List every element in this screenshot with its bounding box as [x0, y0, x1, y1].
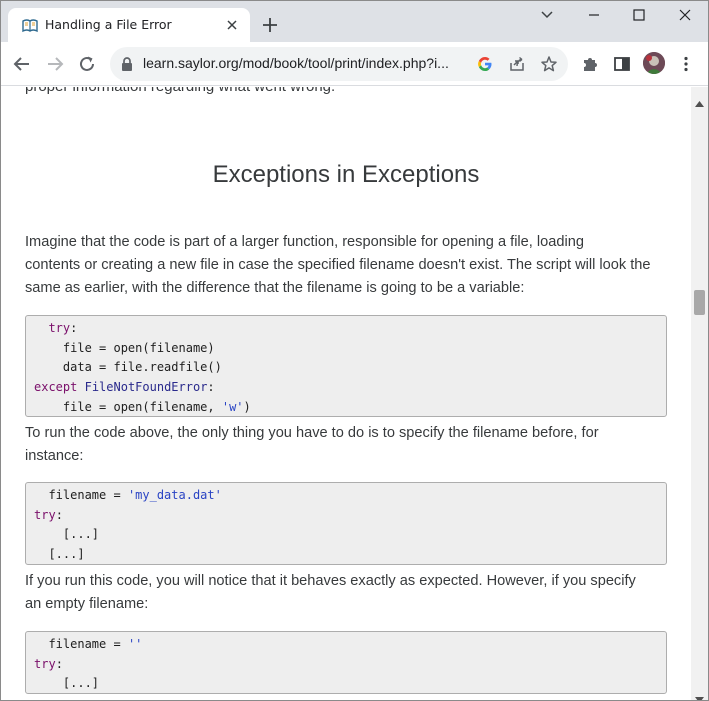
- paragraph-line: an empty filename:: [25, 596, 149, 612]
- code-line: try:: [34, 507, 63, 522]
- kebab-menu-icon[interactable]: [676, 54, 696, 74]
- lock-icon[interactable]: [120, 56, 134, 72]
- star-icon[interactable]: [540, 55, 558, 73]
- code-line: data = file.readfile(): [62, 360, 222, 375]
- minimize-icon[interactable]: [583, 6, 605, 24]
- code-line: try:: [34, 656, 63, 671]
- scrollbar-thumb[interactable]: [694, 290, 705, 315]
- paragraph-line: same as earlier, with the difference tha…: [25, 280, 525, 296]
- close-window-icon[interactable]: [674, 6, 696, 24]
- code-line: file = open(filename): [62, 340, 215, 355]
- paragraph-intro: Imagine that the code is part of a large…: [25, 231, 651, 300]
- chevron-down-icon[interactable]: [536, 6, 558, 24]
- reload-icon[interactable]: [76, 53, 98, 75]
- side-panel-icon[interactable]: [612, 54, 632, 74]
- scroll-up-icon[interactable]: [695, 92, 704, 107]
- url-text[interactable]: learn.saylor.org/mod/book/tool/print/ind…: [143, 55, 449, 71]
- code-line: try:: [48, 321, 78, 335]
- paragraph-line: instance:: [25, 448, 84, 464]
- close-icon[interactable]: [224, 17, 240, 33]
- address-bar[interactable]: learn.saylor.org/mod/book/tool/print/ind…: [110, 47, 568, 81]
- scroll-down-icon[interactable]: [695, 688, 704, 701]
- code-line: file = open(filename, 'w'): [62, 399, 251, 414]
- paragraph-line: If you run this code, you will notice th…: [25, 573, 636, 589]
- code-line: except FileNotFoundError:: [34, 380, 215, 395]
- paragraph-line: To run the code above, the only thing yo…: [25, 425, 599, 441]
- tab-title: Handling a File Error: [45, 17, 172, 32]
- plus-icon[interactable]: [261, 16, 279, 34]
- code-block-empty-filename: filename = '' try: [...]: [25, 631, 667, 694]
- vertical-scrollbar[interactable]: [691, 87, 708, 701]
- page-viewport: proper information regarding what went w…: [1, 87, 691, 700]
- arrow-left-icon[interactable]: [11, 53, 33, 75]
- share-icon[interactable]: [508, 55, 526, 73]
- puzzle-icon[interactable]: [580, 54, 600, 74]
- section-heading: Exceptions in Exceptions: [212, 161, 480, 188]
- maximize-icon[interactable]: [628, 6, 650, 24]
- toolbar: learn.saylor.org/mod/book/tool/print/ind…: [0, 42, 709, 86]
- partial-paragraph: proper information regarding what went w…: [25, 87, 335, 98]
- code-line: [...]: [62, 527, 100, 542]
- paragraph-empty-filename: If you run this code, you will notice th…: [25, 570, 636, 616]
- google-icon[interactable]: [476, 55, 494, 73]
- tab-active[interactable]: Handling a File Error: [8, 8, 250, 42]
- code-line: [...]: [48, 547, 85, 562]
- code-line: [...]: [62, 676, 100, 691]
- code-block-filename: filename = 'my_data.dat' try: [...] [...]: [25, 482, 667, 565]
- code-block-try-except: try: file = open(filename) data = file.r…: [25, 315, 667, 417]
- code-line: filename = 'my_data.dat': [48, 488, 222, 502]
- book-favicon-icon: [22, 18, 38, 33]
- paragraph-run-code: To run the code above, the only thing yo…: [25, 422, 599, 468]
- tab-strip: Handling a File Error: [0, 0, 709, 42]
- paragraph-line: Imagine that the code is part of a large…: [25, 234, 584, 250]
- paragraph-line: contents or creating a new file in case …: [25, 257, 651, 273]
- code-line: filename = '': [48, 637, 143, 651]
- arrow-right-icon[interactable]: [44, 53, 66, 75]
- avatar[interactable]: [643, 52, 665, 74]
